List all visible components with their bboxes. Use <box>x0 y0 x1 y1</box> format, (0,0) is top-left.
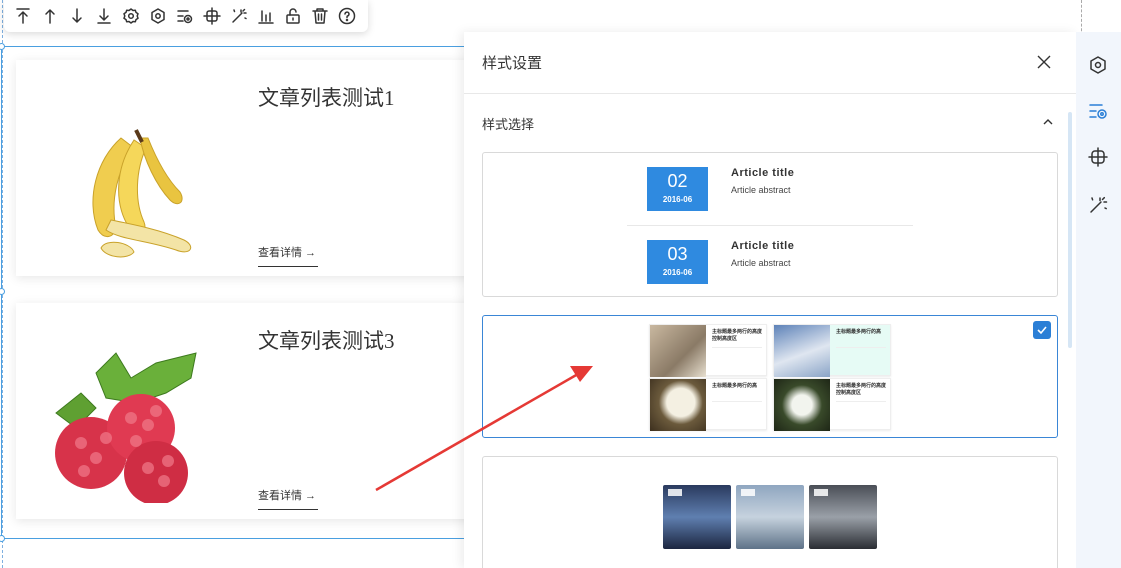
style-icon[interactable] <box>1087 54 1109 76</box>
article-card[interactable]: 文章列表测试3 查看详情 → <box>16 303 486 519</box>
settings-icon[interactable] <box>120 5 142 27</box>
thumbnail-image <box>650 325 706 377</box>
grid-item: 主标题最多两行的高 <box>649 378 767 431</box>
resize-handle[interactable] <box>0 535 5 542</box>
thumbnail-image <box>650 379 706 431</box>
article-abstract: Article abstract <box>731 258 791 268</box>
guide-line <box>1081 0 1082 36</box>
panel-header: 样式设置 <box>464 32 1076 94</box>
thumbnail-image <box>774 325 830 377</box>
view-details-link[interactable]: 查看详情 → <box>258 487 318 510</box>
banner-item <box>736 485 804 549</box>
panel-title: 样式设置 <box>482 55 543 72</box>
component-toolbar <box>4 0 368 32</box>
view-details-link[interactable]: 查看详情 → <box>258 244 318 267</box>
chevron-up-icon[interactable] <box>1042 116 1054 128</box>
grid-title: 主标题最多两行的高度控制高度区 <box>836 383 887 396</box>
date-month: 2016-06 <box>662 195 693 204</box>
date-block: 03 2016-06 <box>647 240 708 284</box>
animation-icon[interactable] <box>174 5 196 27</box>
grid-item: 主标题最多两行的高 <box>773 324 891 377</box>
style-option-3[interactable] <box>482 456 1058 568</box>
animation-icon[interactable] <box>1087 100 1109 122</box>
style-option-2[interactable]: 主标题最多两行的高度控制高度区 主标题最多两行的高 主标题最多两行的高 主标题最… <box>482 315 1058 438</box>
style-settings-panel: 样式设置 样式选择 02 2016-06 Article title Artic… <box>464 32 1076 568</box>
delete-icon[interactable] <box>309 5 331 27</box>
unlock-icon[interactable] <box>282 5 304 27</box>
article-abstract: Article abstract <box>731 185 791 195</box>
magic-wand-icon[interactable] <box>228 5 250 27</box>
article-title[interactable]: 文章列表测试1 <box>258 82 395 112</box>
grid-title: 主标题最多两行的高 <box>712 383 758 389</box>
date-block: 02 2016-06 <box>647 167 708 211</box>
grid-abstract <box>836 347 886 359</box>
date-month: 2016-06 <box>662 268 693 277</box>
divider <box>627 296 913 297</box>
selected-check-icon[interactable] <box>1033 321 1051 339</box>
grid-title: 主标题最多两行的高 <box>836 329 882 335</box>
style-select-section[interactable]: 样式选择 <box>464 94 1076 152</box>
move-up-icon[interactable] <box>39 5 61 27</box>
article-title: Article title <box>731 167 795 179</box>
banner-tag <box>814 489 828 496</box>
section-title: 样式选择 <box>482 116 535 132</box>
thumbnail-image <box>774 379 830 431</box>
magic-wand-icon[interactable] <box>1087 194 1109 216</box>
grid-abstract <box>836 401 886 413</box>
scrollbar[interactable] <box>1068 112 1072 348</box>
move-bottom-icon[interactable] <box>93 5 115 27</box>
date-day: 03 <box>667 244 688 264</box>
divider <box>627 225 913 226</box>
grid-title: 主标题最多两行的高度控制高度区 <box>712 329 763 342</box>
banner-tag <box>668 489 682 496</box>
grid-item: 主标题最多两行的高度控制高度区 <box>773 378 891 431</box>
position-icon[interactable] <box>1087 146 1109 168</box>
move-down-icon[interactable] <box>66 5 88 27</box>
style1-item: 02 2016-06 Article title Article abstrac… <box>647 167 947 229</box>
close-icon[interactable] <box>1034 52 1054 72</box>
banana-image <box>36 90 226 260</box>
grid-item: 主标题最多两行的高度控制高度区 <box>649 324 767 377</box>
style-icon[interactable] <box>147 5 169 27</box>
raspberry-image <box>36 333 226 505</box>
banner-tag <box>741 489 755 496</box>
grid-abstract <box>712 347 762 359</box>
align-icon[interactable] <box>255 5 277 27</box>
article-card[interactable]: 文章列表测试1 查看详情 → <box>16 60 486 276</box>
right-sidebar <box>1076 32 1121 568</box>
style-option-1[interactable]: 02 2016-06 Article title Article abstrac… <box>482 152 1058 297</box>
position-icon[interactable] <box>201 5 223 27</box>
grid-abstract <box>712 401 762 413</box>
date-day: 02 <box>667 171 688 191</box>
help-icon[interactable] <box>336 5 358 27</box>
banner-item <box>809 485 877 549</box>
style1-item: 03 2016-06 Article title Article abstrac… <box>647 240 947 296</box>
move-top-icon[interactable] <box>12 5 34 27</box>
article-title: Article title <box>731 240 795 252</box>
article-title[interactable]: 文章列表测试3 <box>258 325 395 355</box>
banner-item <box>663 485 731 549</box>
